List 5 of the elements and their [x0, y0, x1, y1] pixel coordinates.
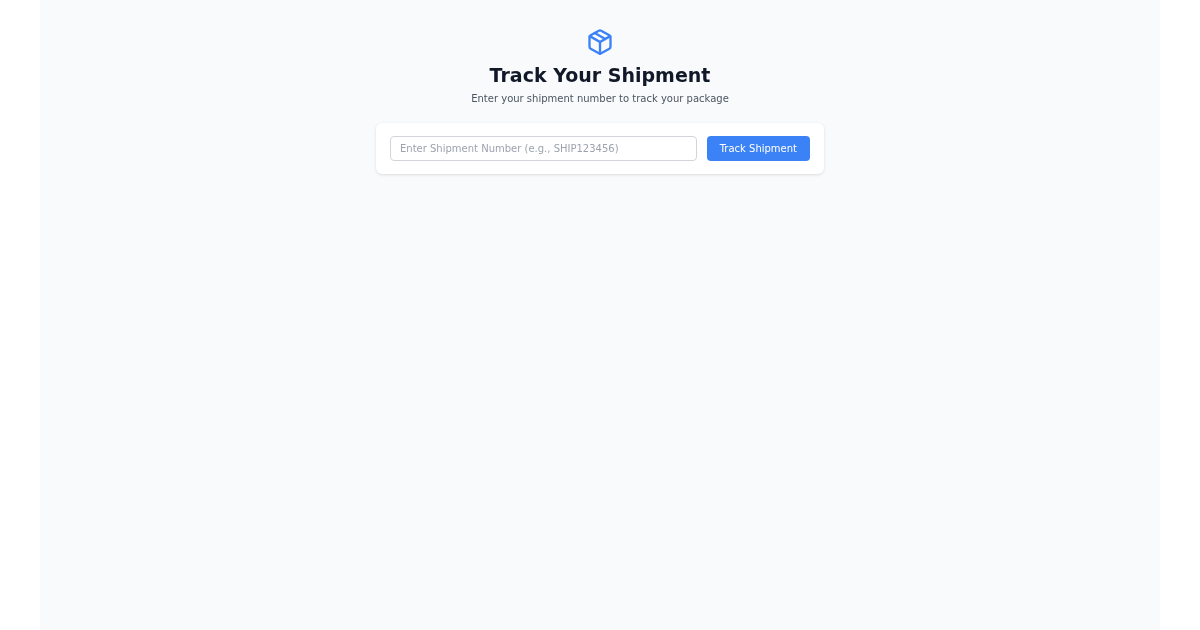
track-shipment-button[interactable]: Track Shipment	[706, 136, 810, 161]
box-icon	[586, 28, 614, 56]
shipment-number-field[interactable]: Enter Shipment Number (e.g., SHIP123456)	[390, 136, 697, 161]
page-subtitle: Enter your shipment number to track your package	[471, 93, 729, 104]
page-title: Track Your Shipment	[489, 64, 711, 86]
